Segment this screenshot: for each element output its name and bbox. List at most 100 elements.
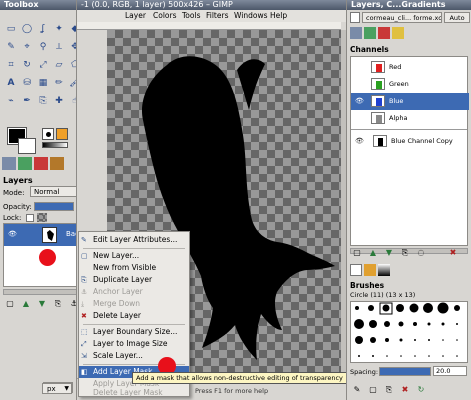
click-marker <box>39 249 56 266</box>
opacity-label: Opacity: <box>3 203 32 211</box>
text-icon[interactable]: A <box>4 76 18 90</box>
channel-thumb <box>371 78 385 90</box>
channel-name: Alpha <box>389 114 408 122</box>
spacing-slider[interactable] <box>379 367 431 376</box>
free-select-icon[interactable]: ʆ <box>36 22 50 36</box>
paths-icon[interactable]: ✎ <box>4 40 18 54</box>
tooltip-text: Add a mask that allows non-destructive e… <box>136 374 343 382</box>
channel-to-selection-icon[interactable]: ◌ <box>415 247 427 258</box>
background-color-swatch[interactable] <box>18 138 36 154</box>
brush-refresh-icon[interactable]: ↻ <box>415 384 427 395</box>
brush-name: Circle (11) (13 x 13) <box>350 291 416 299</box>
channel-thumb <box>373 135 387 147</box>
zoom-icon[interactable]: ⚲ <box>36 40 50 54</box>
rotate-icon[interactable]: ↻ <box>20 58 34 72</box>
brush-preview-icon[interactable] <box>42 128 54 140</box>
channel-name: Red <box>389 63 402 71</box>
channel-row-alpha[interactable]: Alpha <box>351 110 469 127</box>
image-select[interactable]: cormeau_cli... forme.xcf-1 <box>362 12 442 23</box>
brush-edit-icon[interactable]: ✎ <box>351 384 363 395</box>
lower-layer-icon[interactable]: ▼ <box>36 298 48 309</box>
layer-thumbnail <box>42 227 57 243</box>
zoom-unit-select[interactable]: px ▼ <box>42 383 72 394</box>
clone-icon[interactable]: ⎘ <box>36 94 50 108</box>
tab-layers-icon[interactable] <box>2 157 16 170</box>
pencil-icon[interactable]: ✏ <box>52 76 66 90</box>
brush-delete-icon[interactable]: ✖ <box>399 384 411 395</box>
menu-item-merge-down[interactable]: ⤓ Merge Down <box>79 298 189 310</box>
brush-new-icon[interactable]: ▢ <box>367 384 379 395</box>
new-layer-icon[interactable]: ▢ <box>4 298 16 309</box>
rect-select-icon[interactable]: ▭ <box>4 22 18 36</box>
shear-icon[interactable]: ▱ <box>52 58 66 72</box>
duplicate-layer-icon[interactable]: ⎘ <box>52 298 64 309</box>
auto-button[interactable]: Auto <box>444 12 470 23</box>
menu-item-delete-mask[interactable]: Delete Layer Mask <box>79 388 189 397</box>
layers-heading: Layers <box>3 176 33 185</box>
channel-row-blue[interactable]: 👁 Blue <box>351 93 469 110</box>
tab-channels-icon[interactable] <box>364 27 376 39</box>
channel-raise-icon[interactable]: ▲ <box>367 247 379 258</box>
channel-row-red[interactable]: Red <box>351 59 469 76</box>
scale-icon[interactable]: ⤢ <box>36 58 50 72</box>
dock-tabs <box>350 27 470 41</box>
eye-icon[interactable]: 👁 <box>355 133 364 150</box>
color-picker-icon[interactable]: ⌖ <box>20 40 34 54</box>
menu-item-edit-attributes[interactable]: ✎ Edit Layer Attributes... <box>79 234 189 246</box>
channel-duplicate-icon[interactable]: ⎘ <box>399 247 411 258</box>
tab-undo-icon[interactable] <box>392 27 404 39</box>
channel-new-icon[interactable]: ▢ <box>351 247 363 258</box>
airbrush-icon[interactable]: ⌁ <box>4 94 18 108</box>
heal-icon[interactable]: ✚ <box>52 94 66 108</box>
tab-paths-icon[interactable] <box>378 27 390 39</box>
lock-label: Lock: <box>3 214 22 222</box>
tab-brushes-icon[interactable] <box>350 264 362 276</box>
channel-lower-icon[interactable]: ▼ <box>383 247 395 258</box>
tab-channels-icon[interactable] <box>18 157 32 170</box>
menu-help[interactable]: Help <box>270 11 287 20</box>
brush-duplicate-icon[interactable]: ⎘ <box>383 384 395 395</box>
eye-icon[interactable]: 👁 <box>355 93 364 110</box>
fuzzy-select-icon[interactable]: ✦ <box>52 22 66 36</box>
mode-select-value: Normal <box>34 188 60 196</box>
ink-icon[interactable]: ✒ <box>20 94 34 108</box>
blend-icon[interactable]: ▦ <box>36 76 50 90</box>
spacing-input[interactable] <box>433 366 467 376</box>
menu-item-anchor[interactable]: ⚓ Anchor Layer <box>79 286 189 298</box>
image-select-value: cormeau_cli... forme.xcf-1 <box>366 14 442 22</box>
tab-paths-icon[interactable] <box>34 157 48 170</box>
raise-layer-icon[interactable]: ▲ <box>20 298 32 309</box>
right-dock-title: Layers, C...Gradients <box>347 0 471 10</box>
menu-filters[interactable]: Filters <box>206 11 228 20</box>
menu-item-boundary-size[interactable]: ⬚ Layer Boundary Size... <box>79 326 189 338</box>
menu-item-new-from-visible[interactable]: New from Visible <box>79 262 189 274</box>
tab-gradients-icon[interactable] <box>378 264 390 276</box>
opacity-slider[interactable] <box>34 202 74 211</box>
menu-item-delete-layer[interactable]: ✖ Delete Layer <box>79 310 189 322</box>
menu-item-duplicate[interactable]: ⎘ Duplicate Layer <box>79 274 189 286</box>
bucket-fill-icon[interactable]: ⛁ <box>20 76 34 90</box>
ellipse-select-icon[interactable]: ◯ <box>20 22 34 36</box>
menu-windows[interactable]: Windows <box>234 11 267 20</box>
channels-list: Red Green 👁 Blue Alpha 👁 Blue Channel Co… <box>350 56 469 246</box>
tab-patterns-icon[interactable] <box>364 264 376 276</box>
tab-layers-icon[interactable] <box>350 27 362 39</box>
measure-icon[interactable]: ⟂ <box>52 40 66 54</box>
channel-row-green[interactable]: Green <box>351 76 469 93</box>
eye-icon[interactable]: 👁 <box>8 230 17 238</box>
delete-icon: ✖ <box>81 312 87 320</box>
lock-alpha-checkbox[interactable] <box>26 214 34 222</box>
channel-row-copy[interactable]: 👁 Blue Channel Copy <box>351 133 469 150</box>
gradient-preview-icon[interactable] <box>42 142 68 148</box>
zoom-unit-value: px <box>47 385 56 393</box>
channel-delete-icon[interactable]: ✖ <box>447 247 459 258</box>
menubar: Layer Colors Tools Filters Windows Help <box>77 10 347 22</box>
menu-item-new-layer[interactable]: ▢ New Layer... <box>79 250 189 262</box>
pattern-preview-icon[interactable] <box>56 128 68 140</box>
menu-item-layer-to-image[interactable]: ⤢ Layer to Image Size <box>79 338 189 350</box>
tab-undo-icon[interactable] <box>50 157 64 170</box>
menu-layer[interactable]: Layer <box>125 11 146 20</box>
crop-icon[interactable]: ⌗ <box>4 58 18 72</box>
menu-colors[interactable]: Colors <box>153 11 177 20</box>
menu-tools[interactable]: Tools <box>182 11 200 20</box>
